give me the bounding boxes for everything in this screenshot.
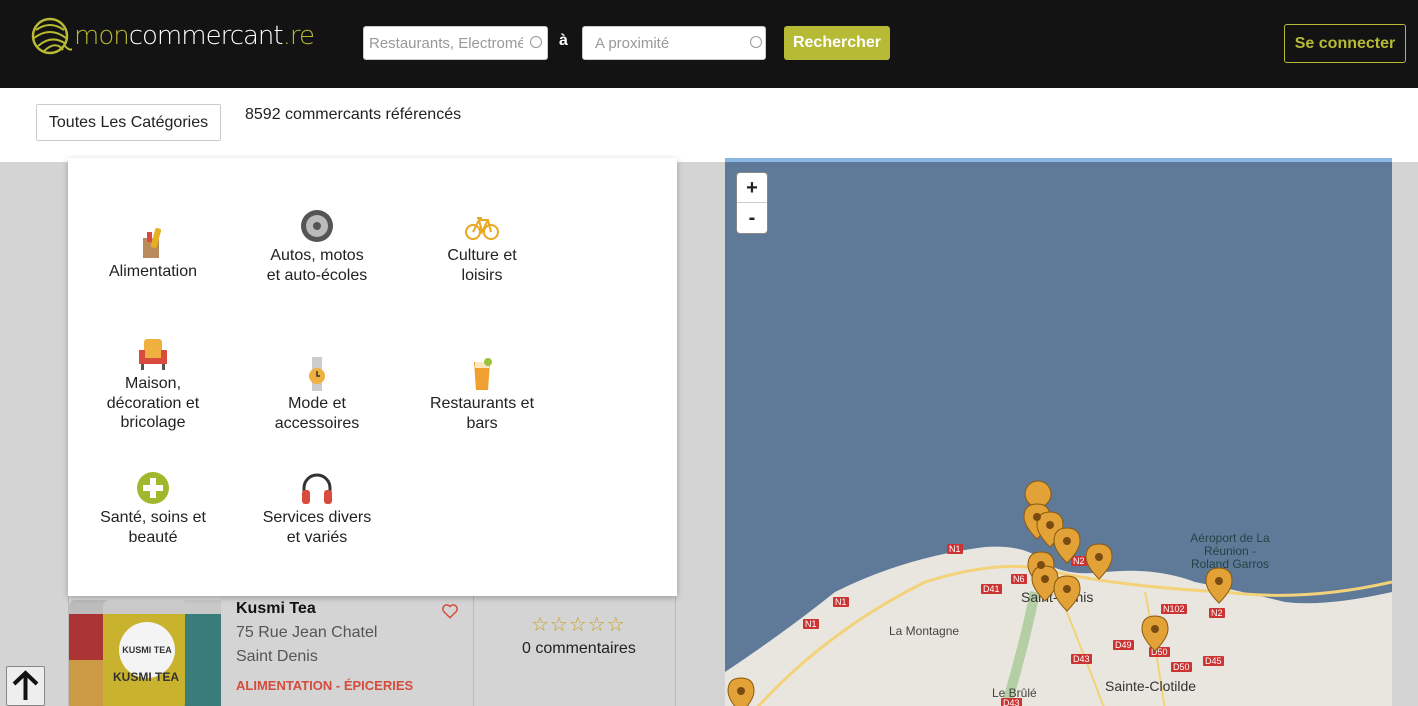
category-label-line: Services divers: [262, 509, 372, 526]
watch-icon: [309, 357, 325, 391]
health-cross-icon: [137, 472, 169, 504]
clear-search-icon[interactable]: [530, 36, 542, 48]
map-marker: [1205, 567, 1233, 604]
listing-name[interactable]: Kusmi Tea: [236, 600, 316, 618]
category-label-line: décoration et: [106, 394, 200, 412]
scroll-to-top-button[interactable]: [6, 666, 45, 706]
category-alimentation[interactable]: Alimentation: [68, 224, 238, 282]
filter-bar: Toutes Les Catégories 8592 commercants r…: [0, 88, 1418, 162]
tea-tin-right: [181, 600, 221, 706]
category-label-line: accessoires: [274, 414, 360, 432]
grocery-bag-icon: [143, 228, 162, 258]
map-marker: [1031, 565, 1059, 602]
listing-city: Saint Denis: [236, 648, 318, 665]
category-culture[interactable]: Culture et loisirs: [397, 208, 567, 285]
category-label-line: Autos, motos: [270, 247, 364, 264]
map-marker: [1141, 615, 1169, 652]
category-label-line: bars: [466, 414, 498, 432]
search-where-input[interactable]: [582, 26, 766, 60]
map-markers-layer: [727, 480, 1233, 706]
merchant-count: 8592 commercants référencés: [245, 106, 462, 123]
listing-category[interactable]: ALIMENTATION - ÉPICERIES: [236, 678, 413, 693]
category-label-line: et auto-écoles: [266, 266, 368, 284]
category-label-line: Alimentation: [108, 263, 198, 280]
search-what-input[interactable]: [363, 26, 548, 60]
map-marker: [1053, 527, 1081, 564]
drink-glass-icon: [474, 358, 492, 390]
login-button[interactable]: Se connecter: [1284, 24, 1406, 63]
site-logo[interactable]: moncommercant.re: [30, 14, 320, 58]
logo-text-mon: mon: [74, 21, 130, 51]
locate-icon[interactable]: [750, 36, 762, 48]
category-mode[interactable]: Mode et accessoires: [232, 356, 402, 433]
category-label-line: loisirs: [461, 266, 503, 284]
map-view[interactable]: + - Saint-Denis La Montagne Sainte-Cloti…: [725, 158, 1392, 706]
search-separator: à: [559, 32, 568, 49]
categories-dropdown: Alimentation Autos, motos et auto-écoles…: [68, 158, 677, 596]
category-label-line: Santé, soins et: [100, 509, 206, 526]
map-marker: [1085, 543, 1113, 580]
category-label-line: Restaurants et: [429, 395, 535, 412]
category-label-line: Culture et: [447, 247, 517, 264]
search-button[interactable]: Rechercher: [784, 26, 890, 60]
listing-address: 75 Rue Jean Chatel: [236, 624, 378, 641]
category-label-line: et variés: [286, 528, 348, 546]
wheel-icon: [301, 210, 333, 242]
category-autos[interactable]: Autos, motos et auto-écoles: [232, 208, 402, 285]
listing-card[interactable]: KUSMI TEA KUSMI TEA Kusmi Tea 75 Rue Jea…: [68, 596, 676, 706]
armchair-icon: [139, 339, 167, 370]
category-label-line: beauté: [128, 528, 178, 546]
top-navbar: moncommercant.re à Rechercher Se connect…: [0, 0, 1418, 88]
tin-brand-text: KUSMI TEA: [113, 670, 179, 684]
category-label-line: bricolage: [120, 414, 186, 431]
listing-image[interactable]: KUSMI TEA KUSMI TEA: [69, 596, 221, 706]
arrow-up-icon: [12, 670, 39, 700]
logo-text-re: .re: [282, 21, 315, 51]
category-label-line: Maison,: [124, 375, 182, 392]
logo-text: moncommercant.re: [74, 21, 315, 51]
category-sante[interactable]: Santé, soins et beauté: [68, 470, 238, 547]
headphones-icon: [302, 473, 332, 504]
card-divider-right: [675, 596, 676, 706]
bicycle-icon: [465, 217, 499, 240]
all-categories-button[interactable]: Toutes Les Catégories: [36, 104, 221, 141]
category-restaurants[interactable]: Restaurants et bars: [397, 356, 567, 433]
category-services[interactable]: Services divers et variés: [232, 470, 402, 547]
map-marker: [1053, 575, 1081, 612]
comments-count[interactable]: 0 commentaires: [522, 640, 636, 658]
yarn-ball-logo-icon: [31, 17, 72, 55]
card-divider: [473, 596, 474, 706]
category-label-line: Mode et: [288, 395, 346, 412]
favorite-heart-icon[interactable]: [441, 602, 459, 620]
rating-stars: ☆☆☆☆☆: [531, 614, 626, 636]
category-maison[interactable]: Maison, décoration et bricolage: [68, 336, 238, 433]
logo-text-commercant: commercant: [128, 21, 284, 51]
